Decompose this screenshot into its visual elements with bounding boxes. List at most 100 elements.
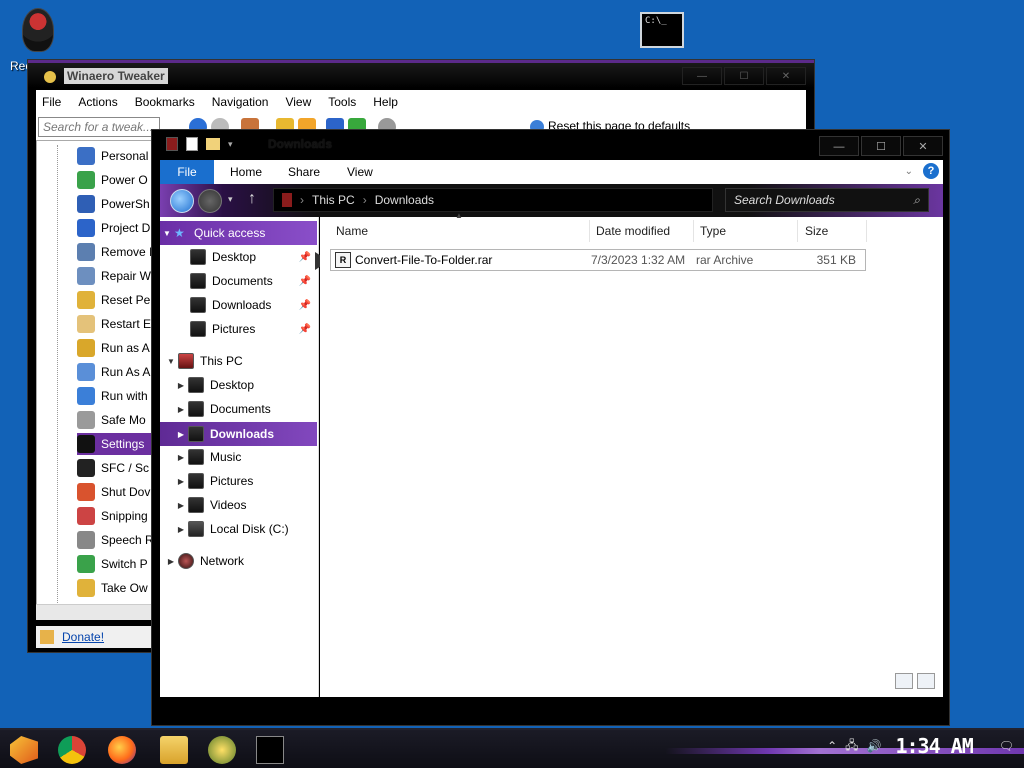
menu-help[interactable]: Help	[373, 95, 398, 109]
pin-icon[interactable]: 📌	[299, 276, 311, 287]
tree-item[interactable]: PowerSh	[77, 193, 150, 215]
tree-item-label: Shut Dov	[101, 485, 151, 499]
file-row[interactable]: R Convert-File-To-Folder.rar 7/3/2023 1:…	[330, 249, 866, 271]
menu-view[interactable]: View	[285, 95, 311, 109]
minimize-button[interactable]: —	[682, 67, 722, 85]
explorer-maximize-button[interactable]: ☐	[861, 136, 901, 156]
tree-item[interactable]: Run as A	[77, 337, 150, 359]
back-button[interactable]	[170, 189, 194, 213]
breadcrumb-downloads[interactable]: Downloads	[375, 193, 434, 207]
tree-item[interactable]: Run As A	[77, 361, 150, 383]
explorer-titlebar[interactable]: ▾ Downloads — ☐ ✕	[152, 130, 949, 160]
maximize-button[interactable]: ☐	[724, 67, 764, 85]
tree-item[interactable]: Power O	[77, 169, 148, 191]
tab-home[interactable]: Home	[230, 160, 262, 184]
tree-item[interactable]: Restart E	[77, 313, 151, 335]
show-hidden-icons-icon[interactable]: ⌃	[827, 739, 837, 753]
recent-locations-icon[interactable]: ▾	[228, 194, 233, 205]
nav-pc-videos[interactable]: ▶ Videos	[174, 493, 317, 517]
tree-item[interactable]: Personal	[77, 145, 148, 167]
tweak-icon	[77, 171, 95, 189]
pin-icon[interactable]: 📌	[299, 300, 311, 311]
breadcrumb-this-pc[interactable]: This PC	[312, 193, 355, 207]
nav-network[interactable]: ▶ Network	[164, 549, 317, 573]
tab-file[interactable]: File	[160, 160, 214, 184]
explorer-minimize-button[interactable]: —	[819, 136, 859, 156]
tweaker-tree[interactable]: Personal Power O PowerSh Project D Remove I R…	[36, 140, 156, 620]
command-prompt-taskbar-icon[interactable]	[256, 736, 284, 764]
nav-label: Music	[210, 450, 242, 464]
clock[interactable]: 1:34 AM	[895, 734, 973, 758]
column-type[interactable]: Type	[692, 220, 798, 242]
menu-navigation[interactable]: Navigation	[212, 95, 269, 109]
tree-item[interactable]: Run with	[77, 385, 148, 407]
search-downloads-input[interactable]: Search Downloads ⌕	[725, 188, 929, 212]
pin-icon[interactable]: 📌	[299, 252, 311, 263]
forward-button[interactable]	[198, 189, 222, 213]
customize-qat-icon[interactable]: ▾	[228, 139, 233, 150]
nav-pc-downloads[interactable]: ▶ Downloads	[160, 422, 317, 446]
explorer-close-button[interactable]: ✕	[903, 136, 943, 156]
tree-item[interactable]: Switch P	[77, 553, 148, 575]
column-name[interactable]: Name	[328, 220, 590, 242]
nav-qa-desktop[interactable]: Desktop 📌	[190, 245, 317, 269]
pin-icon[interactable]: 📌	[299, 324, 311, 335]
tree-item[interactable]: Remove I	[77, 241, 152, 263]
tree-item[interactable]: Project D	[77, 217, 150, 239]
menu-bookmarks[interactable]: Bookmarks	[135, 95, 195, 109]
nav-qa-pictures[interactable]: Pictures 📌	[190, 317, 317, 341]
address-path[interactable]: › This PC › Downloads	[273, 188, 713, 212]
tree-item[interactable]: Repair W	[77, 265, 151, 287]
action-center-icon[interactable]: 🗨	[999, 739, 1014, 753]
file-type: rar Archive	[696, 253, 754, 267]
large-icons-view-icon[interactable]	[917, 673, 935, 689]
volume-icon[interactable]: 🔊	[867, 739, 882, 753]
menu-tools[interactable]: Tools	[328, 95, 356, 109]
start-button[interactable]	[10, 736, 38, 764]
menu-actions[interactable]: Actions	[78, 95, 117, 109]
tweak-search-input[interactable]: Search for a tweak...	[38, 117, 160, 137]
nav-qa-documents[interactable]: Documents 📌	[190, 269, 317, 293]
new-folder-icon[interactable]	[206, 138, 220, 150]
details-view-icon[interactable]	[895, 673, 913, 689]
nav-pc-desktop[interactable]: ▶ Desktop	[174, 373, 317, 397]
tree-item[interactable]: Speech R	[77, 529, 154, 551]
expand-ribbon-icon[interactable]: ⌄	[905, 166, 913, 177]
column-date-modified[interactable]: Date modified	[588, 220, 694, 242]
chrome-icon[interactable]	[58, 736, 86, 764]
file-explorer-window[interactable]: ▾ Downloads — ☐ ✕ File Home Share View ⌄…	[151, 129, 950, 726]
properties-icon[interactable]	[186, 137, 198, 151]
navigation-pane[interactable]: ▼ ★ Quick access Desktop 📌 Documents 📌 D…	[160, 217, 319, 697]
pane-divider[interactable]	[318, 217, 319, 697]
network-tray-icon[interactable]: 🖧	[845, 736, 858, 757]
up-arrow-icon[interactable]: ↑	[248, 190, 256, 208]
nav-this-pc[interactable]: ▼ This PC	[164, 349, 317, 373]
tree-item[interactable]: Shut Dov	[77, 481, 150, 503]
tree-horizontal-scrollbar[interactable]	[36, 604, 156, 620]
tree-item[interactable]: SFC / Sc	[77, 457, 149, 479]
column-size[interactable]: Size	[797, 220, 867, 242]
file-list[interactable]: ▲ Name Date modified Type Size R Convert…	[320, 211, 943, 697]
tweaker-titlebar[interactable]: Winaero Tweaker — ☐ ✕	[28, 60, 814, 88]
nav-pc-pictures[interactable]: ▶ Pictures	[174, 469, 317, 493]
command-prompt-desktop-icon[interactable]: C:\_	[640, 12, 684, 48]
menu-file[interactable]: File	[42, 95, 61, 109]
tree-item[interactable]: Snipping	[77, 505, 148, 527]
firefox-icon[interactable]	[108, 736, 136, 764]
donate-link[interactable]: Donate!	[62, 630, 104, 644]
winaero-tweaker-taskbar-icon[interactable]	[208, 736, 236, 764]
tab-view[interactable]: View	[347, 160, 373, 184]
nav-pc-documents[interactable]: ▶ Documents	[174, 397, 317, 421]
nav-pc-local-disk[interactable]: ▶ Local Disk (C:)	[174, 517, 317, 541]
nav-quick-access[interactable]: ▼ ★ Quick access	[160, 221, 317, 245]
tab-share[interactable]: Share	[288, 160, 320, 184]
tree-item[interactable]: Safe Mo	[77, 409, 146, 431]
file-explorer-taskbar-icon[interactable]	[160, 736, 188, 764]
help-icon[interactable]: ?	[923, 163, 939, 179]
tree-item[interactable]: Take Ow	[77, 577, 148, 599]
nav-pc-music[interactable]: ▶ Music	[174, 445, 317, 469]
close-button[interactable]: ✕	[766, 67, 806, 85]
nav-qa-downloads[interactable]: Downloads 📌	[190, 293, 317, 317]
tree-item[interactable]: Settings	[77, 433, 155, 455]
tree-item[interactable]: Reset Pe	[77, 289, 150, 311]
